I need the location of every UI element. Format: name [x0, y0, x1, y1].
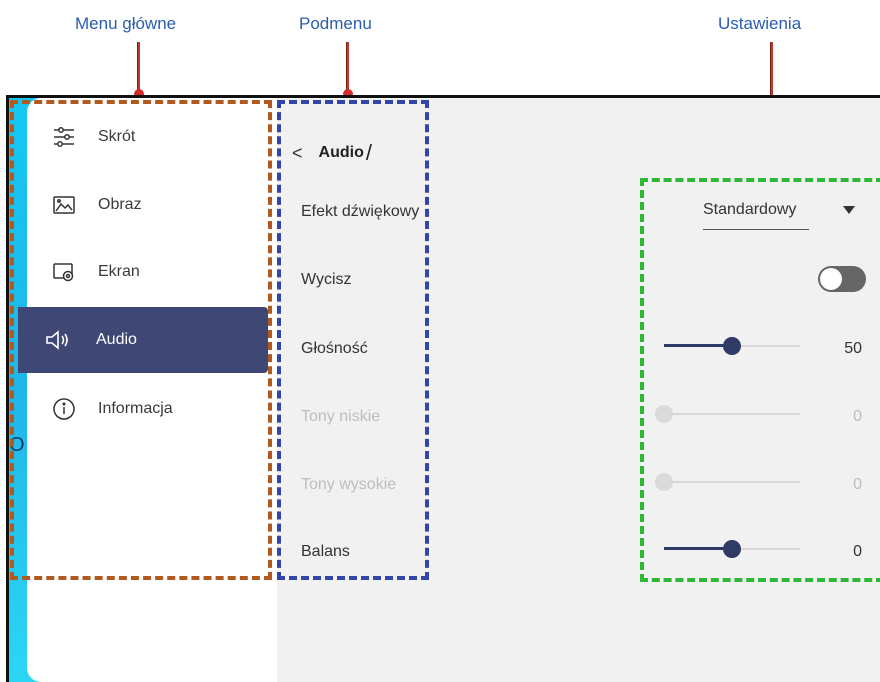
annotation-submenu: Podmenu — [299, 14, 372, 33]
submenu-highlight-box — [277, 100, 429, 580]
annotation-settings: Ustawienia — [718, 14, 802, 33]
main-menu-highlight-box — [10, 100, 272, 580]
settings-highlight-box — [640, 178, 880, 582]
annotation-main-menu: Menu główne — [75, 14, 177, 33]
annotation-pointer-submenu — [346, 42, 349, 94]
annotation-pointer-main-menu — [137, 42, 140, 94]
